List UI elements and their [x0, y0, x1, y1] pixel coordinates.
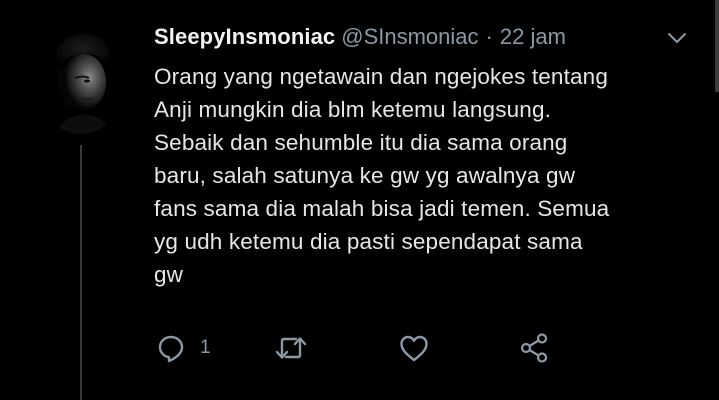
- tweet-header: SleepyInsmoniac @SInsmoniac · 22 jam: [154, 24, 566, 58]
- tweet-text: Orang yang ngetawain dan ngejokes tentan…: [154, 64, 610, 287]
- timestamp[interactable]: 22 jam: [500, 24, 566, 50]
- share-button[interactable]: [518, 330, 552, 366]
- display-name[interactable]: SleepyInsmoniac: [154, 24, 335, 50]
- retweet-icon: [274, 333, 308, 363]
- avatar[interactable]: [41, 26, 121, 134]
- user-handle[interactable]: @SInsmoniac: [341, 24, 478, 50]
- thread-line: [80, 145, 82, 400]
- speech-bubble-icon: [156, 333, 186, 363]
- tweet-card[interactable]: SleepyInsmoniac @SInsmoniac · 22 jam Ora…: [0, 0, 719, 400]
- avatar-photo: [41, 26, 121, 134]
- reply-count: 1: [200, 337, 211, 358]
- heart-icon: [398, 333, 430, 363]
- chevron-down-icon[interactable]: [666, 30, 688, 46]
- retweet-button[interactable]: [274, 330, 322, 366]
- reply-button[interactable]: 1: [156, 330, 211, 366]
- action-bar: 1: [154, 330, 614, 366]
- like-button[interactable]: [398, 330, 444, 366]
- scrollbar[interactable]: [715, 0, 719, 92]
- share-icon: [518, 333, 552, 363]
- separator-dot: ·: [485, 24, 493, 49]
